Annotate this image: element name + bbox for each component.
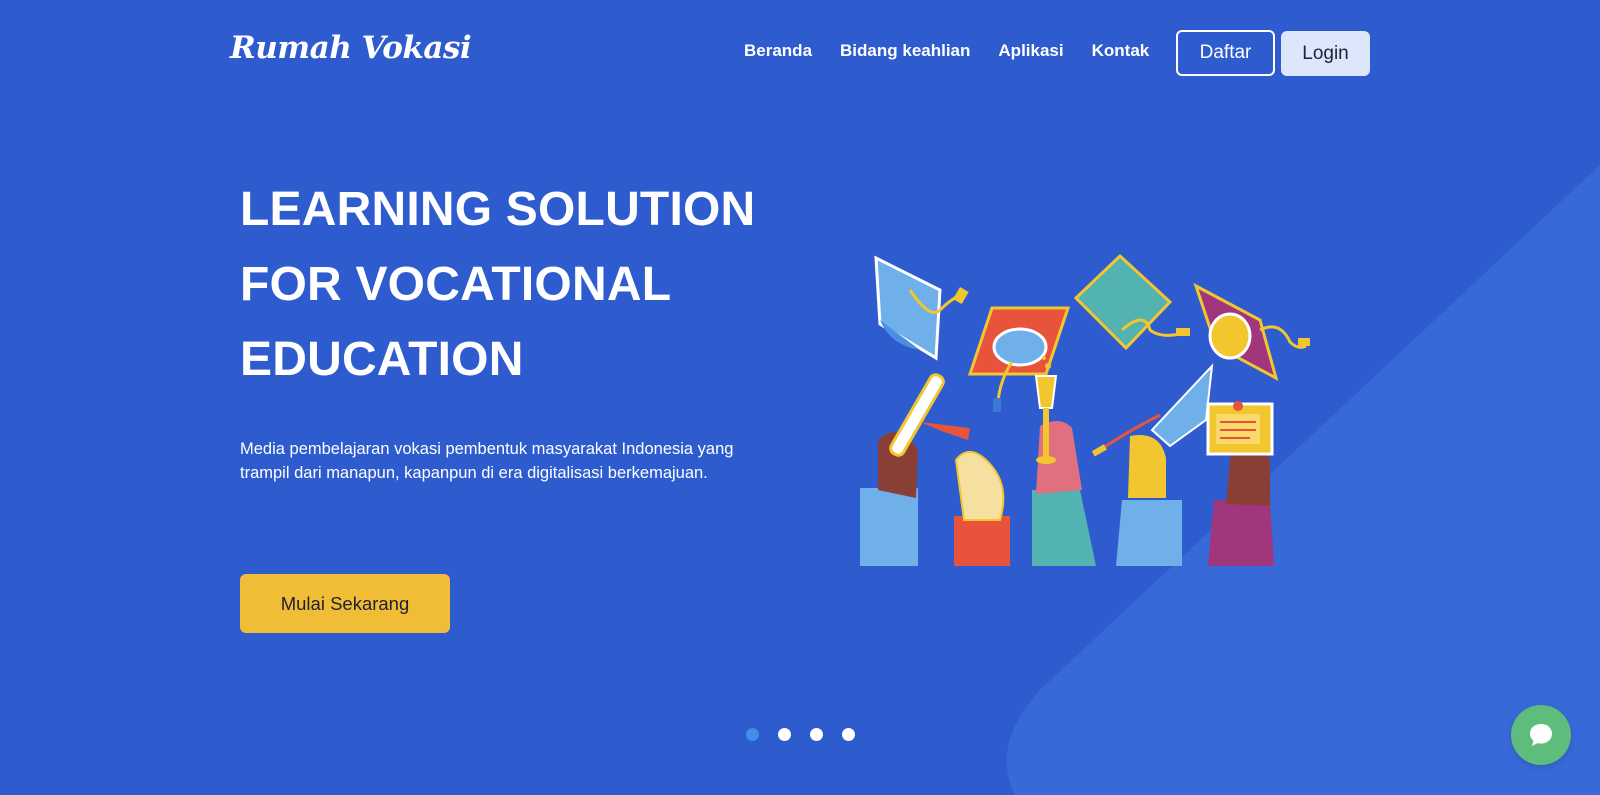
hero-title: LEARNING SOLUTION FOR VOCATIONAL EDUCATI…: [240, 172, 800, 397]
teal-cap-icon: [1073, 253, 1190, 351]
hero-title-line: FOR VOCATIONAL: [240, 258, 672, 311]
sleeves: [860, 488, 1274, 566]
nav-item-bidang-keahlian[interactable]: Bidang keahlian: [840, 41, 970, 61]
login-button[interactable]: Login: [1281, 31, 1370, 76]
chat-bubble-icon: [1530, 724, 1552, 746]
carousel-dot-1[interactable]: [746, 728, 759, 741]
carousel-dot-2[interactable]: [778, 728, 791, 741]
nav-item-beranda[interactable]: Beranda: [744, 41, 812, 61]
carousel-dot-4[interactable]: [842, 728, 855, 741]
chat-button[interactable]: [1511, 705, 1571, 765]
hero-title-line: LEARNING SOLUTION: [240, 183, 756, 236]
blue-cap-icon: [874, 255, 969, 361]
carousel-dot-3[interactable]: [810, 728, 823, 741]
main-nav: Beranda Bidang keahlian Aplikasi Kontak: [744, 41, 1149, 61]
site-logo[interactable]: Rumah Vokasi: [230, 30, 472, 66]
carousel-dots: [746, 728, 855, 741]
start-now-button[interactable]: Mulai Sekarang: [240, 574, 450, 633]
register-button[interactable]: Daftar: [1176, 30, 1275, 76]
nav-item-kontak[interactable]: Kontak: [1092, 41, 1150, 61]
background-shape: [1006, 165, 1600, 795]
certificate-icon: [1206, 401, 1274, 456]
hero-description: Media pembelajaran vokasi pembentuk masy…: [240, 440, 734, 482]
nav-item-aplikasi[interactable]: Aplikasi: [998, 41, 1063, 61]
diploma-icon: [889, 373, 970, 457]
hero-title-line: EDUCATION: [240, 333, 524, 386]
graduation-celebration-illustration: [860, 253, 1310, 566]
